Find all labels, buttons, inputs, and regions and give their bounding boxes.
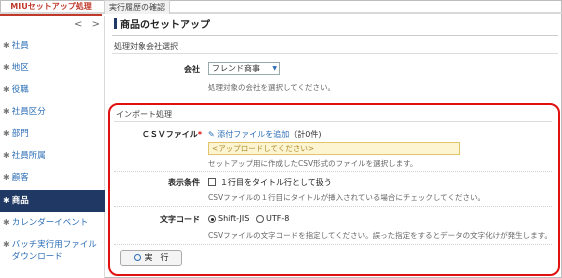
sidebar-nav-arrows: < > [68, 19, 100, 30]
row-divider [114, 206, 552, 207]
chevron-down-icon: ▼ [272, 65, 277, 72]
required-mark: * [197, 130, 202, 139]
company-hint: 処理対象の会社を選択してください。 [208, 83, 336, 92]
encoding-radio-shift-jis[interactable] [208, 215, 216, 223]
csv-file-label: ＣＳＶファイル* [118, 129, 202, 140]
gear-icon: ✱ [3, 129, 10, 138]
tab-history[interactable]: 実行履歴の確認 [104, 0, 170, 14]
circle-icon [133, 254, 141, 261]
gear-icon: ✱ [3, 196, 10, 205]
tab-bar: MIUセットアップ処理 実行履歴の確認 [0, 0, 562, 16]
title-divider [112, 35, 558, 36]
sidebar-item-label: 商品 [11, 196, 29, 206]
csv-file-label-text: ＣＳＶファイル [141, 130, 198, 139]
sidebar-item-label-line2: ダウンロード [11, 252, 63, 262]
sidebar-item-employee-type[interactable]: ✱ 社員区分 [0, 101, 105, 123]
title-row-hint: CSVファイルの１行目にタイトルが挿入されている場合にチェックしてください。 [208, 193, 485, 202]
sidebar-item-label: 社員所属 [11, 151, 46, 161]
sidebar-item-employee[interactable]: ✱ 社員 [0, 35, 105, 57]
sidebar-item-label: 社員区分 [11, 107, 46, 117]
sidebar: < > ✱ 社員 ✱ 地区 ✱ 役職 ✱ 社員区分 ✱ 部門 ✱ 社員所属 ✱ 顧客 ✱ 商品 … [0, 16, 105, 278]
gear-icon: ✱ [3, 240, 10, 249]
display-condition-label: 表示条件 [168, 178, 200, 187]
section-divider [112, 53, 558, 54]
chevron-right-icon[interactable]: > [92, 19, 100, 30]
gear-icon: ✱ [3, 218, 10, 227]
row-divider [114, 171, 552, 172]
encoding-radio-utf8[interactable] [256, 215, 264, 223]
title-row-option-label[interactable]: １行目をタイトル行として扱う [220, 177, 332, 188]
sidebar-item-label: 地区 [11, 63, 29, 73]
sidebar-item-label: カレンダーイベント [11, 218, 89, 228]
sidebar-item-calendar-event[interactable]: ✱ カレンダーイベント [0, 212, 105, 234]
paperclip-icon: ✎ [208, 130, 215, 139]
gear-icon: ✱ [3, 173, 10, 182]
encoding-label: 文字コード [160, 215, 200, 224]
sidebar-item-label: 部門 [11, 129, 29, 139]
encoding-hint: CSVファイルの文字コードを指定してください。誤った指定をするとデータの文字化け… [208, 231, 552, 240]
sidebar-item-label: 社員 [11, 41, 29, 51]
company-label: 会社 [184, 65, 200, 74]
page-title-text: 商品のセットアップ [120, 20, 210, 31]
csv-hint: セットアップ用に作成したCSV形式のファイルを選択します。 [208, 159, 418, 168]
chevron-left-icon[interactable]: < [74, 19, 82, 30]
section-divider [114, 121, 552, 122]
sidebar-item-region[interactable]: ✱ 地区 [0, 57, 105, 79]
execute-button-label: 実 行 [144, 253, 169, 262]
title-row-checkbox[interactable] [208, 178, 216, 186]
encoding-option-utf8[interactable]: UTF-8 [266, 214, 289, 223]
gear-icon: ✱ [3, 41, 10, 50]
sidebar-item-label: 顧客 [11, 173, 29, 183]
encoding-option-shift-jis[interactable]: Shift-JIS [218, 214, 249, 223]
gear-icon: ✱ [3, 107, 10, 116]
execute-button[interactable]: 実 行 [120, 250, 182, 266]
sidebar-item-label: 役職 [11, 85, 29, 95]
attach-file-link[interactable]: ✎ 添付ファイルを追加（計0件) [208, 129, 321, 140]
attach-count: （計0件) [289, 130, 322, 139]
main-panel: 商品のセットアップ 処理対象会社選択 会社 フレンド商事 ▼ 処理対象の会社を選… [108, 16, 560, 278]
gear-icon: ✱ [3, 63, 10, 72]
company-section-heading: 処理対象会社選択 [114, 42, 178, 51]
file-dropzone[interactable]: <アップロードしてください> [208, 142, 460, 155]
gear-icon: ✱ [3, 151, 10, 160]
attach-file-link-text: 添付ファイルを追加 [217, 130, 290, 139]
sidebar-item-label-line1: バッチ実行用ファイル [11, 240, 97, 250]
sidebar-item-batch-download[interactable]: ✱ バッチ実行用ファイル ダウンロード [0, 236, 105, 266]
page-title: 商品のセットアップ [114, 18, 210, 32]
sidebar-item-position[interactable]: ✱ 役職 [0, 79, 105, 101]
gear-icon: ✱ [3, 85, 10, 94]
company-select[interactable]: フレンド商事 ▼ [208, 62, 280, 75]
tab-setup[interactable]: MIUセットアップ処理 [0, 0, 102, 16]
row-divider [114, 244, 552, 245]
sidebar-item-affiliation[interactable]: ✱ 社員所属 [0, 145, 105, 167]
sidebar-item-department[interactable]: ✱ 部門 [0, 123, 105, 145]
sidebar-item-product[interactable]: ✱ 商品 [0, 190, 105, 212]
sidebar-item-customer[interactable]: ✱ 顧客 [0, 167, 105, 189]
company-select-value: フレンド商事 [212, 64, 260, 73]
title-accent-bar [114, 18, 117, 29]
import-section-heading: インポート処理 [116, 110, 172, 119]
